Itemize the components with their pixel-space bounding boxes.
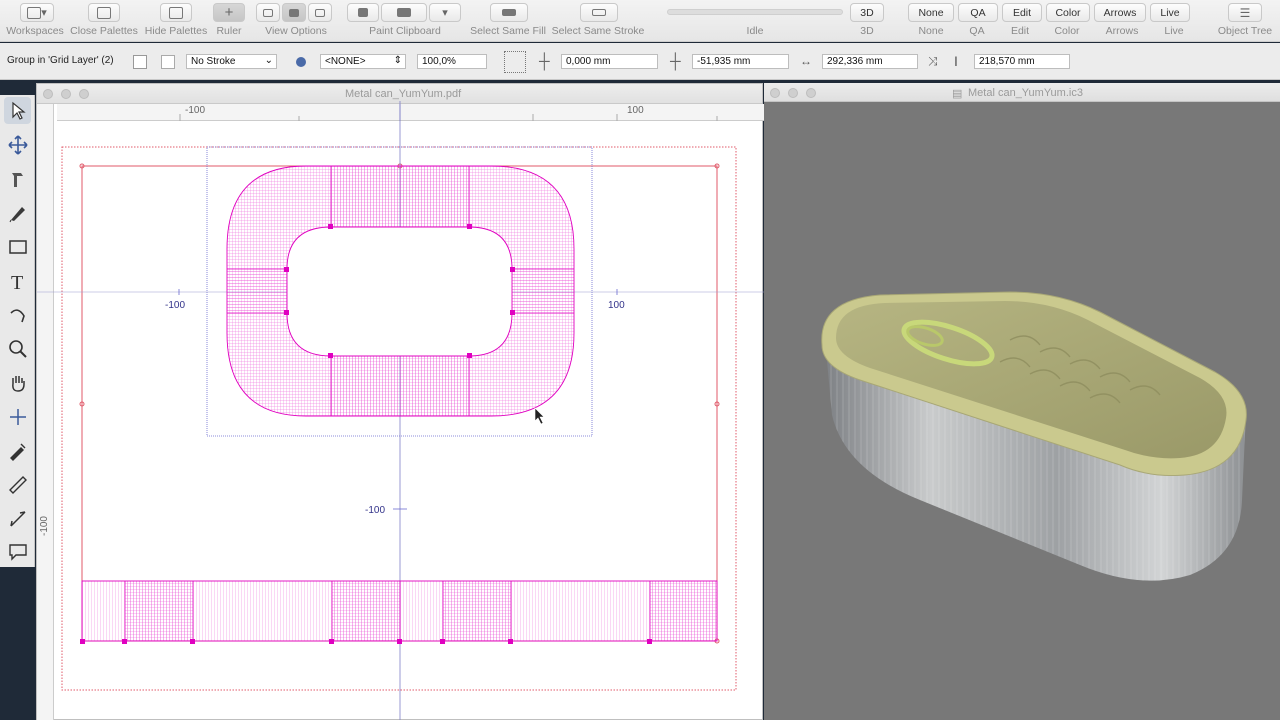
zoom-window-icon[interactable]: [806, 88, 816, 98]
svg-text:T: T: [11, 272, 23, 292]
width-field[interactable]: 292,336 mm: [822, 54, 918, 69]
view-option-2-button[interactable]: [282, 3, 306, 22]
3d-button[interactable]: 3D: [850, 3, 884, 22]
zoom-tool-icon[interactable]: [4, 335, 31, 362]
stroke-select[interactable]: No Stroke ⌄: [186, 54, 277, 69]
x-position-icon: ┼: [539, 53, 550, 70]
hide-palettes-label: Hide Palettes: [144, 25, 208, 37]
hide-palettes-button[interactable]: [160, 3, 192, 22]
close-palettes-label: Close Palettes: [70, 25, 138, 37]
color-label: Color: [1054, 25, 1080, 37]
select-same-fill-button[interactable]: [490, 3, 528, 22]
arrows-label: Arrows: [1105, 25, 1139, 37]
height-icon: I: [954, 53, 958, 69]
3d-label: 3D: [860, 25, 874, 37]
3d-file-icon: ▤: [952, 88, 963, 100]
main-toolbar: ▾ Workspaces Close Palettes Hide Palette…: [0, 0, 1280, 42]
qa-button[interactable]: QA: [958, 3, 998, 22]
view-option-1-button[interactable]: [256, 3, 280, 22]
none-button[interactable]: None: [908, 3, 954, 22]
select-same-stroke-button[interactable]: [580, 3, 618, 22]
paint-clipboard-copy-button[interactable]: [347, 3, 379, 22]
view-option-3-button[interactable]: [308, 3, 332, 22]
document-window: Metal can_YumYum.pdf -100 100 -100 -100 …: [36, 83, 764, 720]
selection-description: Group in 'Grid Layer' (2): [7, 55, 114, 66]
live-label: Live: [1164, 25, 1184, 37]
eyedropper-tool-icon[interactable]: [4, 437, 31, 464]
workspaces-label: Workspaces: [6, 25, 64, 37]
progress-bar: [667, 9, 843, 15]
close-palettes-button[interactable]: [88, 3, 120, 22]
edit-label: Edit: [1010, 25, 1030, 37]
y-position-field[interactable]: -51,935 mm: [692, 54, 789, 69]
workspaces-control[interactable]: ▾: [20, 3, 54, 22]
3d-viewport[interactable]: [764, 102, 1280, 720]
properties-bar: Group in 'Grid Layer' (2) No Stroke ⌄ <N…: [0, 43, 1280, 80]
axis-label-x-pos: 100: [608, 300, 625, 311]
edit-button[interactable]: Edit: [1002, 3, 1042, 22]
arrows-button[interactable]: Arrows: [1094, 3, 1146, 22]
hammer-tool-icon[interactable]: [4, 165, 31, 192]
reference-point-icon[interactable]: [504, 51, 526, 73]
list-icon: ☰: [1239, 5, 1251, 20]
selection-tool-icon[interactable]: [4, 97, 31, 124]
paint-clipboard-menu-button[interactable]: ▾: [429, 3, 461, 22]
object-tree-button[interactable]: ☰: [1228, 3, 1262, 22]
tool-palette: T: [0, 95, 35, 567]
close-icon[interactable]: [770, 88, 780, 98]
mouse-cursor-icon: [534, 407, 545, 425]
style-sphere-icon: [296, 57, 306, 67]
dimension-tool-icon[interactable]: [4, 505, 31, 532]
metal-can-model: [821, 291, 1247, 581]
qa-label: QA: [969, 25, 985, 37]
paint-clipboard-paste-button[interactable]: [381, 3, 427, 22]
3d-viewer-titlebar: ▤ Metal can_YumYum.ic3: [764, 83, 1280, 102]
color-button[interactable]: Color: [1046, 3, 1090, 22]
stroke-swatch-icon[interactable]: [161, 55, 175, 69]
opacity-field[interactable]: 100,0%: [417, 54, 487, 69]
select-same-fill-label: Select Same Fill: [470, 25, 546, 37]
measure-tool-icon[interactable]: [4, 471, 31, 498]
paint-clipboard-label: Paint Clipboard: [369, 25, 441, 37]
hand-tool-icon[interactable]: [4, 369, 31, 396]
lid-inner-outline: [286, 226, 513, 357]
move-tool-icon[interactable]: [4, 131, 31, 158]
axis-label-x-neg: -100: [165, 300, 185, 311]
ruler-button[interactable]: +: [213, 3, 245, 22]
comment-tool-icon[interactable]: [4, 537, 31, 564]
height-field[interactable]: 218,570 mm: [974, 54, 1070, 69]
3d-viewer-window: ▤ Metal can_YumYum.ic3: [764, 83, 1280, 720]
style-select-value: <NONE>: [325, 56, 366, 67]
3d-viewer-title: Metal can_YumYum.ic3: [968, 87, 1083, 99]
none-label: None: [918, 25, 944, 37]
x-position-field[interactable]: 0,000 mm: [561, 54, 658, 69]
workspaces-icon[interactable]: ▾: [20, 3, 54, 22]
pen-tool-icon[interactable]: [4, 199, 31, 226]
live-button[interactable]: Live: [1150, 3, 1190, 22]
drawing-canvas[interactable]: -100 100 -100: [37, 84, 764, 720]
select-same-stroke-label: Select Same Stroke: [551, 25, 645, 37]
fill-swatch-icon[interactable]: [133, 55, 147, 69]
y-position-icon: ┼: [670, 53, 681, 70]
rectangle-tool-icon[interactable]: [4, 233, 31, 260]
crosshair-icon: +: [224, 4, 234, 21]
view-options-label: View Options: [265, 25, 327, 37]
body-strip-mesh: [81, 580, 718, 642]
arc-tool-icon[interactable]: [4, 301, 31, 328]
axis-label-y-neg: -100: [365, 505, 385, 516]
crosshair-tool-icon[interactable]: [4, 403, 31, 430]
constrain-proportions-icon[interactable]: ⤨: [928, 54, 938, 69]
stroke-select-value: No Stroke: [191, 56, 236, 67]
object-tree-label: Object Tree: [1217, 25, 1273, 37]
stepper-icon: ⇕: [393, 55, 402, 66]
chevron-down-icon: ⌄: [264, 55, 273, 66]
minimize-icon[interactable]: [788, 88, 798, 98]
width-icon: ↔: [800, 54, 812, 68]
ruler-label: Ruler: [216, 25, 242, 37]
style-select[interactable]: <NONE> ⇕: [320, 54, 406, 69]
status-label: Idle: [746, 25, 764, 37]
text-tool-icon[interactable]: T: [4, 267, 31, 294]
